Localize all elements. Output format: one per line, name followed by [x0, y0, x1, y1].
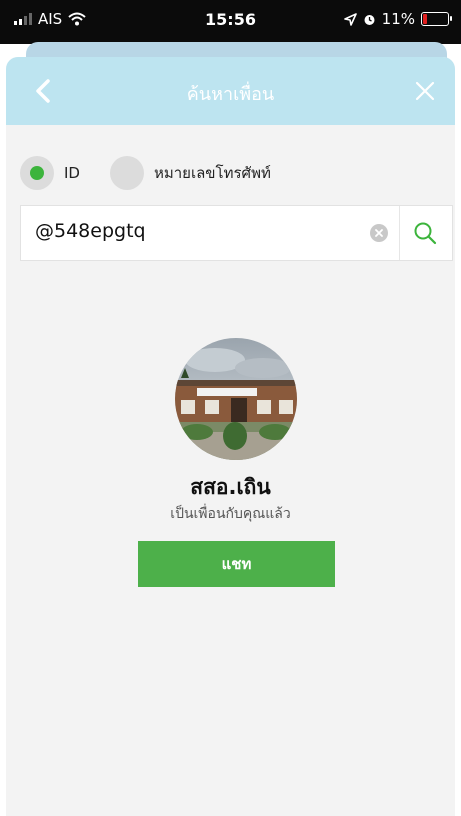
radio-phone-label[interactable]: หมายเลขโทรศัพท์: [154, 161, 271, 185]
radio-id[interactable]: [20, 156, 54, 190]
radio-selected-dot: [30, 166, 44, 180]
search-divider: [399, 206, 400, 260]
battery-percent: 11%: [381, 10, 415, 28]
status-right: 11%: [343, 10, 452, 28]
radio-phone[interactable]: [109, 156, 144, 190]
status-bar: AIS 15:56 11%: [0, 0, 461, 44]
search-type-selector: ID หมายเลขโทรศัพท์: [20, 153, 271, 193]
page-title: ค้นหาเพื่อน: [186, 84, 275, 105]
clear-icon[interactable]: [370, 224, 388, 242]
chat-button[interactable]: แชท: [138, 541, 335, 587]
radio-id-label[interactable]: ID: [64, 164, 80, 182]
close-icon[interactable]: [413, 79, 437, 103]
header: ค้นหาเพื่อน: [6, 57, 455, 125]
add-friend-sheet: ค้นหาเพื่อน ID หมายเลขโทรศัพท์ @548epgtq: [6, 57, 455, 816]
search-icon[interactable]: [412, 220, 438, 246]
search-input[interactable]: @548epgtq: [35, 220, 146, 242]
battery-icon: [421, 12, 452, 26]
friend-name: สสอ.เถิน: [190, 475, 271, 499]
friend-status: เป็นเพื่อนกับคุณแล้ว: [170, 506, 291, 522]
avatar: [175, 338, 297, 460]
search-bar: @548epgtq: [20, 205, 453, 261]
location-arrow-icon: [343, 12, 357, 26]
alarm-icon: [364, 14, 375, 25]
